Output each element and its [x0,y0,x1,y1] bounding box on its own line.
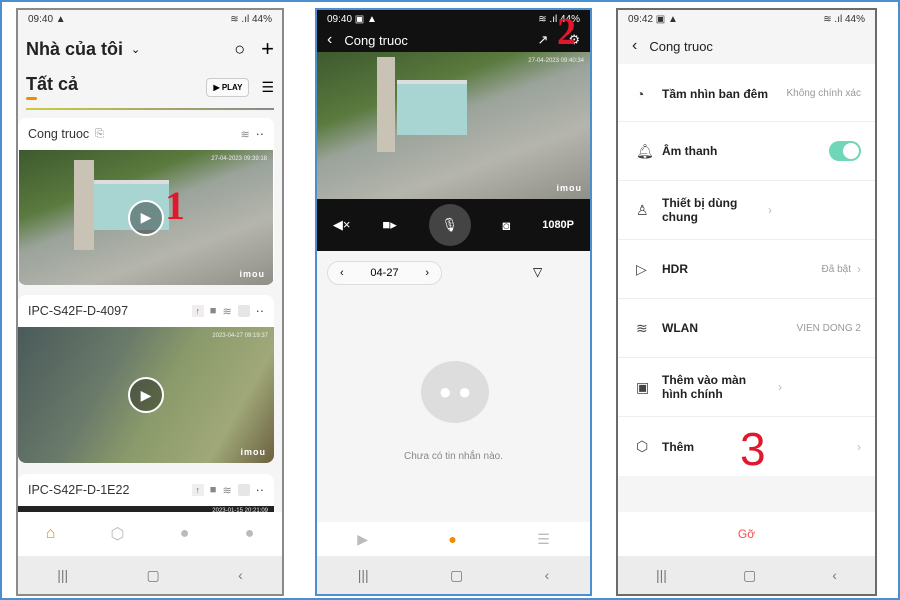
settings-list: ◔ Tầm nhìn ban đêm Không chính xác 🔔︎ Âm th… [618,64,875,476]
annotation-3: 3 [740,423,766,475]
share-icon[interactable]: ⎘ [95,128,104,141]
status-bar: 09:40 ▣ ▲ ≋ .ıl 44% [317,10,590,28]
divider [26,108,274,110]
discover-icon[interactable]: ⬡ [111,524,125,544]
prev-date-icon[interactable]: ‹ [340,267,344,279]
bell-sound-icon: 🔔︎ [636,142,654,159]
message-icon[interactable]: ● [180,525,190,543]
microphone-icon[interactable]: 🎙 [428,204,471,246]
home-icon[interactable]: ⌂ [46,525,56,543]
bottom-tab-bar: ⌂ ⬡ ● ● [18,512,282,556]
sd-icon [237,484,250,496]
quality-button[interactable]: 1080P [542,219,574,231]
back-icon[interactable]: ‹ [632,37,637,55]
time: 09:40 [28,13,54,25]
wifi-icon: ≋ [222,484,232,497]
sd-icon [237,305,250,317]
device-card[interactable]: IPC-S42F-D-4097 ↑ ■ ≋ ·· 2023-04-27 09:19:37… [18,295,274,463]
filter-icon[interactable]: ▽ [533,265,542,279]
search-icon[interactable]: ○ [234,39,245,60]
upgrade-icon[interactable]: ↑ [191,484,204,496]
setting-shared-device[interactable]: ♙ Thiết bị dùng chung › [618,181,875,240]
empty-message-icon: ● ● [421,361,489,423]
home-nav-icon[interactable]: ▢ [743,567,756,584]
cloud-icon: ■ [209,484,217,496]
device-name: IPC-S42F-D-1E22 [28,483,130,497]
remove-button[interactable]: Gỡ [618,512,875,556]
tab-indicator [26,97,37,100]
play-icon[interactable]: ▶ [128,199,164,236]
camera-preview[interactable]: 27-04-2023 09:39:18 imou ▶ [19,150,273,285]
more-icon[interactable]: ·· [256,127,264,141]
setting-sound: 🔔︎ Âm thanh [618,122,875,181]
back-nav-icon[interactable]: ‹ [832,567,837,583]
status-bar: 09:40 ▲ ≋ .ıl 44% [28,13,272,25]
recent-apps-icon[interactable]: ||| [358,567,369,583]
status-bar: 09:42 ▣ ▲ ≋ .ıl 44% [628,13,865,25]
home-nav-icon[interactable]: ▢ [147,567,160,584]
annotation-2: 2 [557,11,576,53]
recent-apps-icon[interactable]: ||| [57,567,68,583]
back-icon[interactable]: ‹ [327,31,332,49]
share-icon[interactable]: ↗ [537,32,548,48]
setting-hdr[interactable]: ▷ HDR Đã bật › [618,240,875,299]
profile-icon[interactable]: ● [245,525,255,543]
system-nav-bar: ||| ▢ ‹ [317,556,590,594]
home-screen: 09:40 ▲ ≋ .ıl 44% Nhà của tôi ⌄ ○ + Tất c… [16,8,284,596]
message-icon[interactable]: ● [448,531,456,547]
next-date-icon[interactable]: › [425,267,429,279]
mute-icon[interactable]: ◀× [333,217,351,233]
more-icon[interactable]: ·· [256,483,264,497]
date-value: 04-27 [370,267,399,279]
night-vision-icon: ◔ [636,85,645,102]
shared-user-icon: ♙ [636,201,649,218]
date-selector[interactable]: ‹ 04-27 › [327,261,442,285]
back-nav-icon[interactable]: ‹ [545,567,550,583]
wifi-icon: ≋ [240,128,250,141]
device-card[interactable]: Cong truoc ⎘ ≋ ·· 27-04-2023 09:39:18 imou ▶ [18,118,274,285]
wifi-icon: ≋ [636,319,648,336]
cloud-icon: ■ [209,305,217,317]
live-view-screen: 09:40 ▣ ▲ ≋ .ıl 44% ‹ Cong truoc ↗ ⚙ 27-04… [315,8,592,596]
device-name: IPC-S42F-D-4097 [28,304,129,318]
back-nav-icon[interactable]: ‹ [238,567,243,583]
play-icon[interactable]: ▶ [128,377,164,413]
tab-all[interactable]: Tất cả [26,74,78,95]
settings-icon: ⬡ [636,438,649,454]
annotation-1: 1 [165,183,185,228]
upgrade-icon[interactable]: ↑ [191,305,204,317]
playback-icon[interactable]: ▶ [357,531,368,548]
recent-apps-icon[interactable]: ||| [656,567,667,583]
camera-preview[interactable]: 2023-04-27 09:19:37 imou ▶ [18,327,274,463]
home-title[interactable]: Nhà của tôi [26,39,123,60]
snapshot-icon[interactable]: ◙ [502,218,510,233]
battery: ≋ .ıl 44% [230,13,272,25]
add-icon[interactable]: + [261,36,274,62]
more-icon[interactable]: ·· [256,304,264,318]
sound-toggle[interactable] [829,141,861,161]
record-icon[interactable]: ■▸ [382,217,396,233]
setting-night-vision[interactable]: ◔ Tầm nhìn ban đêm Không chính xác [618,66,875,122]
chevron-down-icon[interactable]: ⌄ [131,43,140,56]
wifi-icon: ≋ [222,305,232,318]
page-title: Cong truoc [344,32,408,48]
add-home-icon: ▣ [636,378,650,395]
device-settings-screen: 09:42 ▣ ▲ ≋ .ıl 44% ‹ Cong truoc ◔ Tầm nhìn… [616,8,877,596]
setting-wlan[interactable]: ≋ WLAN VIEN DONG 2 [618,299,875,358]
video-controls: ◀× ■▸ 🎙 ◙ 1080P [317,199,590,251]
page-title: Cong truoc [649,38,713,54]
home-nav-icon[interactable]: ▢ [450,567,463,584]
system-nav-bar: ||| ▢ ‹ [18,556,282,594]
menu-icon[interactable]: ☰ [261,79,274,96]
live-video[interactable]: 27-04-2023 09:40:34 imou [317,52,590,199]
play-button[interactable]: ▶ PLAY [206,77,250,97]
system-nav-bar: ||| ▢ ‹ [618,556,875,594]
hdr-icon: ▷ [636,260,647,277]
device-name: Cong truoc [28,127,90,141]
empty-message: Chưa có tin nhắn nào. [404,451,503,462]
setting-add-home[interactable]: ▣ Thêm vào màn hình chính › [618,358,875,417]
list-icon[interactable]: ☰ [537,531,550,548]
